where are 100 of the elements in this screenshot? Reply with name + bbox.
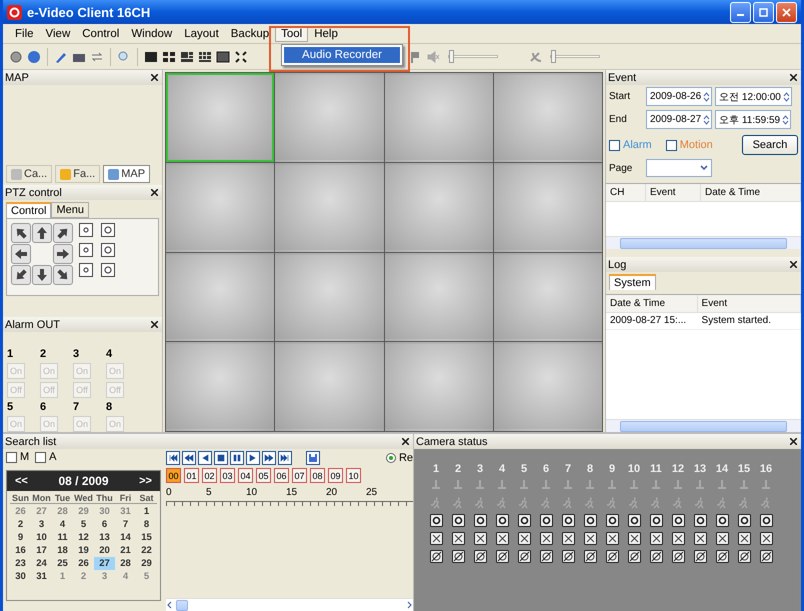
calendar-day[interactable]: 27: [94, 557, 115, 570]
calendar-day[interactable]: 3: [31, 518, 52, 531]
camera-number: 11: [649, 463, 663, 475]
calendar-day[interactable]: 6: [94, 518, 115, 531]
calendar-day[interactable]: 11: [52, 531, 73, 544]
camera-number: 16: [758, 463, 774, 475]
camera-number: 5: [520, 463, 528, 475]
calendar-day[interactable]: 14: [115, 531, 136, 544]
panel-title: Log: [608, 258, 626, 270]
menu-item[interactable]: Backup: [224, 26, 276, 42]
calendar-day[interactable]: 12: [73, 531, 94, 544]
calendar-day[interactable]: 4: [52, 518, 73, 531]
panel-title: Event: [608, 72, 636, 84]
calendar-day[interactable]: 8: [136, 518, 157, 531]
camera-number: 9: [608, 463, 616, 475]
menu-item[interactable]: Layout: [178, 26, 225, 42]
alarm-number: 5: [7, 401, 14, 413]
tab[interactable]: Ca...: [6, 165, 52, 183]
channel-button[interactable]: 06: [274, 468, 289, 483]
channel-button[interactable]: 02: [202, 468, 217, 483]
menu-item[interactable]: Window: [125, 26, 178, 42]
channel-button[interactable]: 01: [184, 468, 199, 483]
channel-button[interactable]: 05: [256, 468, 271, 483]
calendar-day[interactable]: 23: [10, 557, 31, 570]
tick-label: 25: [366, 487, 378, 500]
calendar-day[interactable]: 17: [31, 544, 52, 557]
menu-item[interactable]: Control: [76, 26, 126, 42]
calendar-day[interactable]: 15: [136, 531, 157, 544]
calendar-day[interactable]: 30: [10, 570, 31, 583]
alarm-number: 7: [73, 401, 80, 413]
calendar-day[interactable]: 18: [52, 544, 73, 557]
tick-label: 5: [206, 487, 213, 500]
menu-item[interactable]: Help: [308, 26, 344, 42]
date-field[interactable]: 2009-08-27: [646, 110, 712, 129]
channel-button[interactable]: 07: [292, 468, 307, 483]
column-header: Event: [698, 295, 801, 312]
camera-number: 2: [454, 463, 462, 475]
calendar-day[interactable]: 24: [31, 557, 52, 570]
calendar-day[interactable]: 9: [10, 531, 31, 544]
weekday-label: Thu: [95, 493, 114, 503]
calendar-day[interactable]: 5: [73, 518, 94, 531]
panel-title: Search list: [5, 436, 56, 448]
calendar-month: 08 / 2009: [58, 474, 109, 488]
alarm-number: 3: [73, 348, 80, 360]
window-title: e-Video Client 16CH: [27, 4, 150, 20]
menu-item[interactable]: File: [9, 26, 40, 42]
camera-number: 8: [586, 463, 594, 475]
calendar-day[interactable]: 20: [94, 544, 115, 557]
calendar-day[interactable]: 22: [136, 544, 157, 557]
column-header: Date & Time: [606, 295, 698, 312]
column-header: Date & Time: [701, 184, 801, 201]
tab[interactable]: MAP: [103, 165, 150, 183]
table-cell-text: 2009-08-27 15:...: [609, 314, 688, 328]
menu-item[interactable]: Audio Recorder: [284, 47, 400, 63]
calendar-day[interactable]: 13: [94, 531, 115, 544]
channel-button[interactable]: 04: [238, 468, 253, 483]
column-header: CH: [606, 184, 646, 201]
channel-button[interactable]: 00: [166, 468, 181, 483]
date-field[interactable]: 2009-08-26: [646, 87, 712, 106]
channel-button[interactable]: 09: [328, 468, 343, 483]
camera-number: 13: [692, 463, 708, 475]
field-label: End: [609, 114, 628, 125]
calendar-day[interactable]: 1: [136, 505, 157, 518]
channel-button[interactable]: 03: [220, 468, 235, 483]
calendar-day[interactable]: 21: [115, 544, 136, 557]
tick-label: 15: [286, 487, 298, 500]
search-button[interactable]: Search: [742, 135, 798, 155]
camera-number: 10: [626, 463, 642, 475]
panel-title: MAP: [5, 72, 29, 84]
calendar-day[interactable]: 26: [73, 557, 94, 570]
panel-title: Camera status: [416, 436, 488, 448]
tab[interactable]: System: [609, 274, 656, 290]
time-field[interactable]: 오전 12:00:00: [715, 87, 792, 106]
calendar-day[interactable]: 16: [10, 544, 31, 557]
time-field[interactable]: 오후 11:59:59: [715, 110, 792, 129]
weekday-label: Mon: [31, 493, 52, 503]
alarm-number: 8: [106, 401, 114, 413]
channel-button[interactable]: 08: [310, 468, 325, 483]
tab[interactable]: Control: [6, 202, 52, 218]
calendar-day[interactable]: 19: [73, 544, 94, 557]
tab[interactable]: Fa...: [55, 165, 100, 183]
alarm-number: 4: [106, 348, 114, 360]
weekday-label: Sat: [138, 493, 154, 503]
calendar-day[interactable]: 2: [10, 518, 31, 531]
calendar-day[interactable]: 7: [115, 518, 136, 531]
calendar-day[interactable]: 31: [31, 570, 52, 583]
radio-label: Re: [398, 452, 413, 464]
panel-title: PTZ control: [5, 186, 62, 198]
table-cell-text: System started.: [700, 314, 772, 328]
next-month-button[interactable]: >>: [139, 475, 152, 487]
calendar-day[interactable]: 10: [31, 531, 52, 544]
menu-item[interactable]: View: [40, 26, 76, 42]
checkbox-label: Motion: [680, 139, 713, 151]
channel-button[interactable]: 10: [346, 468, 361, 483]
tab[interactable]: Menu: [51, 202, 89, 218]
previous-month-button[interactable]: <<: [15, 475, 28, 487]
camera-number: 15: [736, 463, 752, 475]
calendar-day[interactable]: 25: [52, 557, 73, 570]
calendar-day[interactable]: 29: [136, 557, 157, 570]
calendar-day[interactable]: 28: [115, 557, 136, 570]
